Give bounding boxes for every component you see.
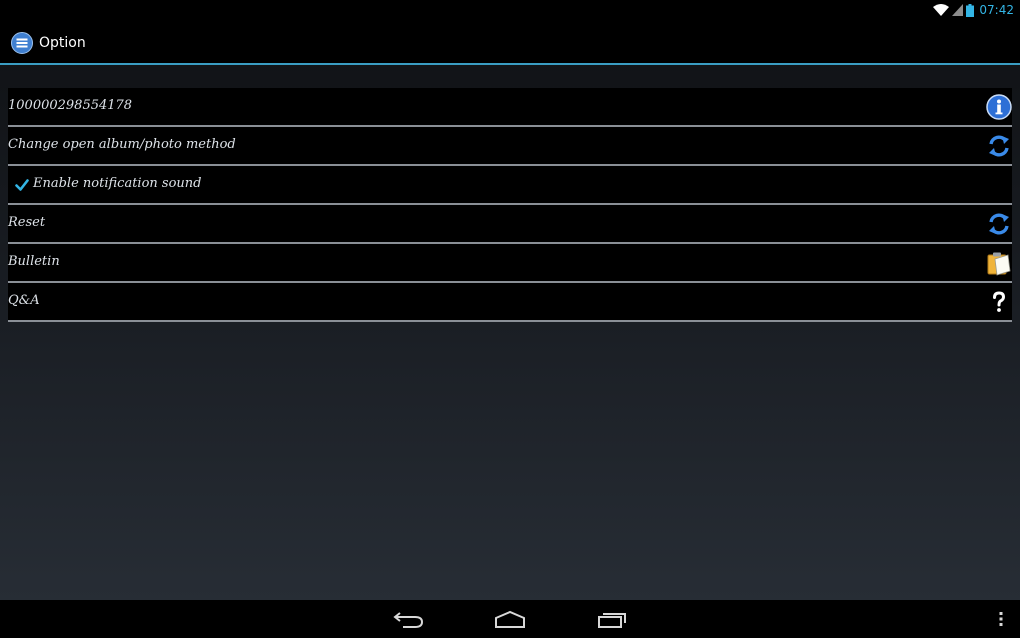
- refresh-icon: [989, 213, 1009, 235]
- option-qa[interactable]: Q&A: [8, 283, 1012, 322]
- clipboard-icon: [987, 252, 1011, 276]
- back-icon[interactable]: [391, 608, 427, 630]
- home-icon[interactable]: [492, 608, 528, 630]
- wifi-icon: [933, 4, 950, 16]
- signal-icon: [952, 4, 964, 16]
- info-icon: [986, 94, 1012, 120]
- option-label: Change open album/photo method: [8, 137, 236, 152]
- action-bar-divider: [0, 63, 1020, 65]
- option-user-id[interactable]: 100000298554178: [8, 88, 1012, 127]
- option-reset[interactable]: Reset: [8, 205, 1012, 244]
- overflow-menu-icon[interactable]: [998, 611, 1004, 627]
- option-label: Reset: [8, 215, 46, 230]
- option-bulletin[interactable]: Bulletin: [8, 244, 1012, 283]
- option-list: 100000298554178 Change open album/photo …: [8, 88, 1012, 322]
- option-label: Enable notification sound: [33, 176, 202, 191]
- option-label: Bulletin: [8, 254, 60, 269]
- option-label: 100000298554178: [8, 98, 133, 113]
- status-icons: 07:42: [933, 2, 1014, 18]
- page-title: Option: [39, 35, 86, 51]
- status-time: 07:42: [979, 3, 1014, 17]
- action-bar: [0, 20, 1020, 64]
- question-icon: [993, 291, 1006, 312]
- checkbox-checked-icon[interactable]: [15, 178, 29, 192]
- recent-apps-icon[interactable]: [595, 608, 631, 630]
- navigation-bar: [0, 600, 1020, 638]
- option-notification-sound[interactable]: Enable notification sound: [8, 166, 1012, 205]
- menu-icon[interactable]: [11, 32, 33, 54]
- option-label: Q&A: [8, 293, 40, 308]
- status-bar: 07:42: [0, 0, 1020, 20]
- refresh-icon: [989, 135, 1009, 157]
- option-change-open-method[interactable]: Change open album/photo method: [8, 127, 1012, 166]
- battery-icon: [966, 3, 975, 17]
